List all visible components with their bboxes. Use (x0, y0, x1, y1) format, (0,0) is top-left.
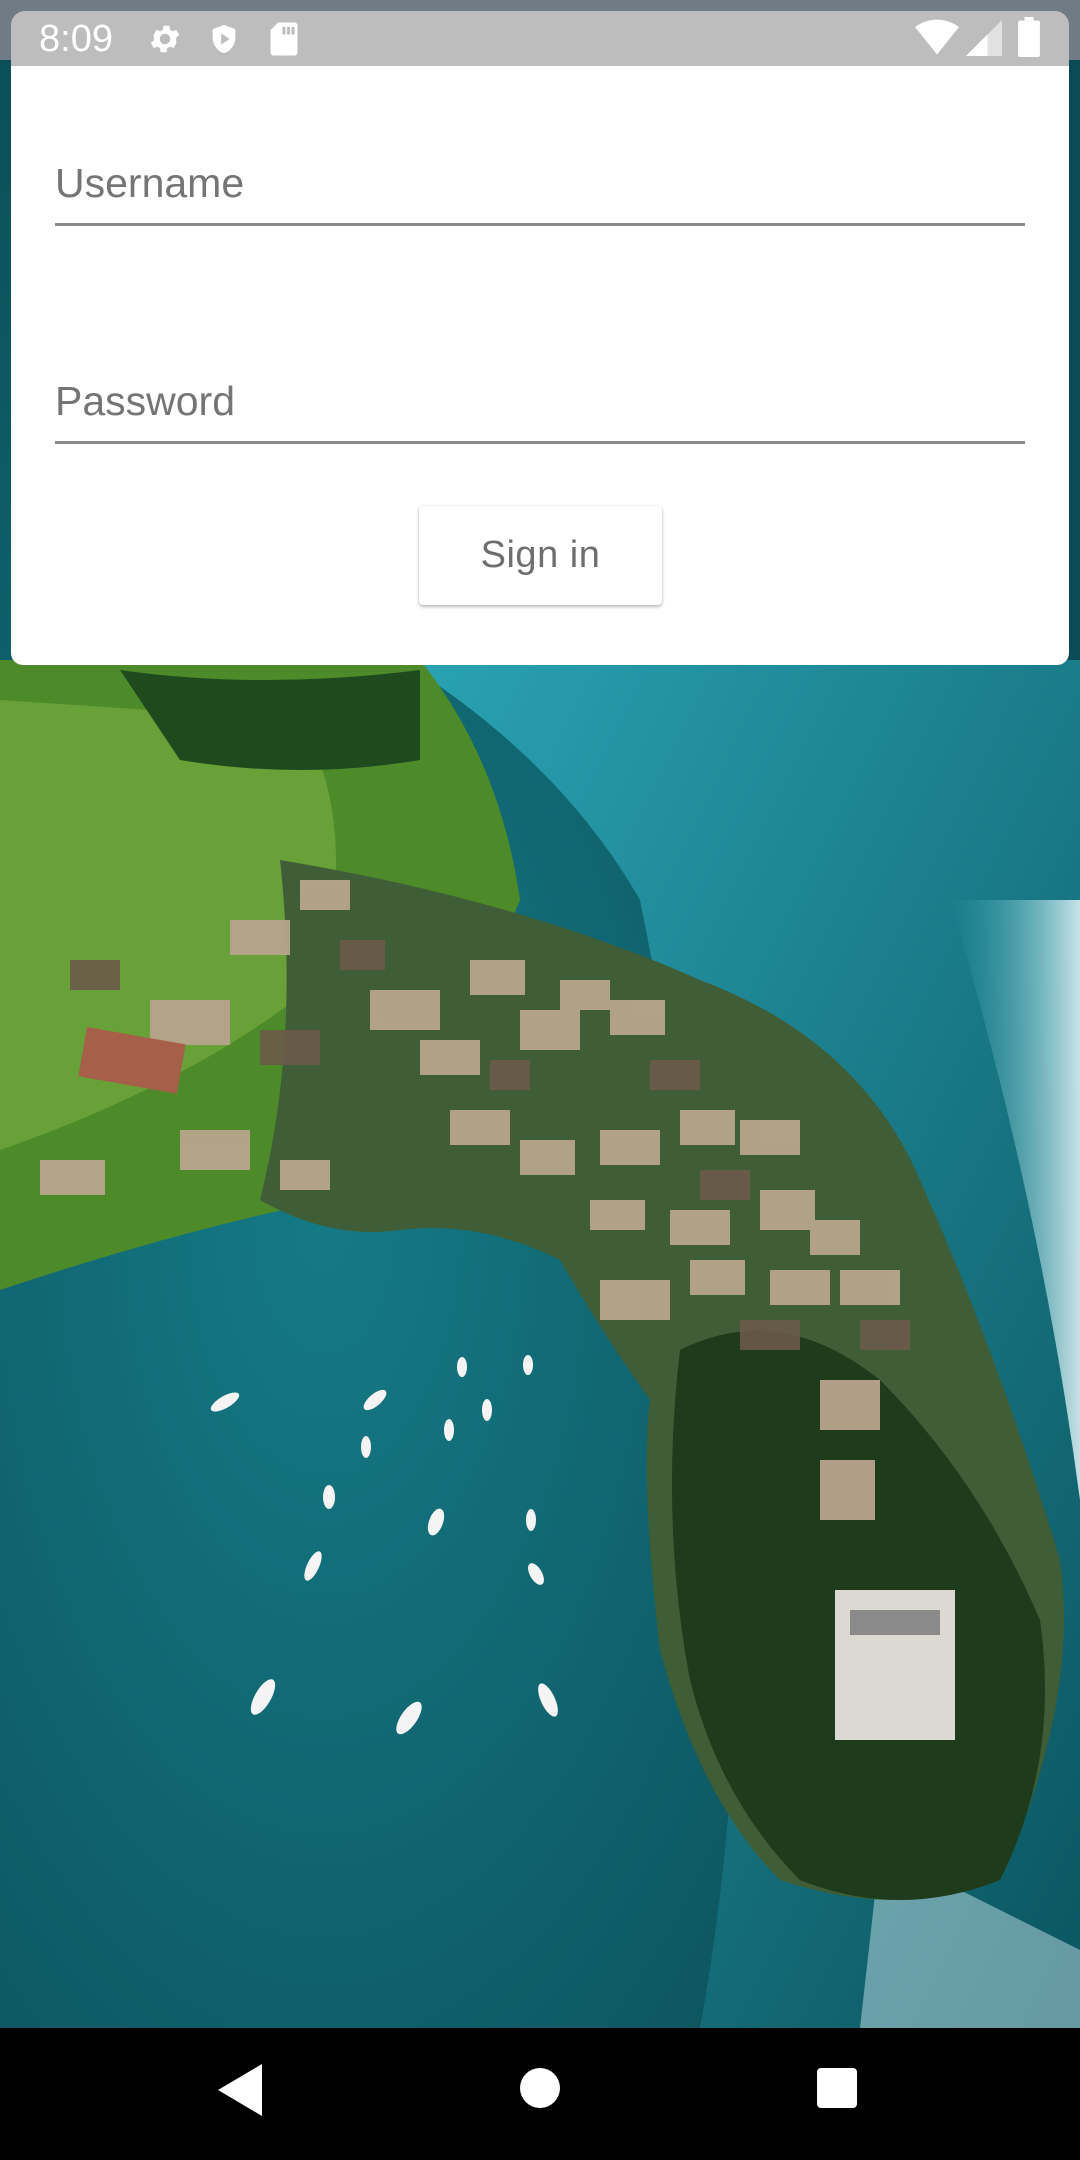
username-field[interactable]: Username (55, 116, 1025, 226)
home-icon[interactable] (520, 2068, 560, 2113)
back-icon[interactable] (218, 2064, 262, 2121)
status-time: 8:09 (39, 18, 113, 60)
recents-icon[interactable] (817, 2068, 857, 2113)
shield-icon (207, 21, 241, 62)
password-input[interactable] (55, 364, 1025, 434)
username-input[interactable] (55, 146, 1025, 216)
sd-card-icon (269, 21, 299, 62)
gear-icon (147, 21, 183, 62)
wifi-icon (915, 19, 959, 62)
navigation-bar (0, 2028, 1080, 2160)
sign-in-button[interactable]: Sign in (419, 506, 662, 605)
cell-signal-icon (966, 19, 1002, 62)
status-bar: 8:09 (11, 11, 1069, 66)
battery-icon (1018, 17, 1040, 62)
password-field[interactable]: Password (55, 334, 1025, 444)
login-card: Username Password Sign in (11, 66, 1069, 665)
